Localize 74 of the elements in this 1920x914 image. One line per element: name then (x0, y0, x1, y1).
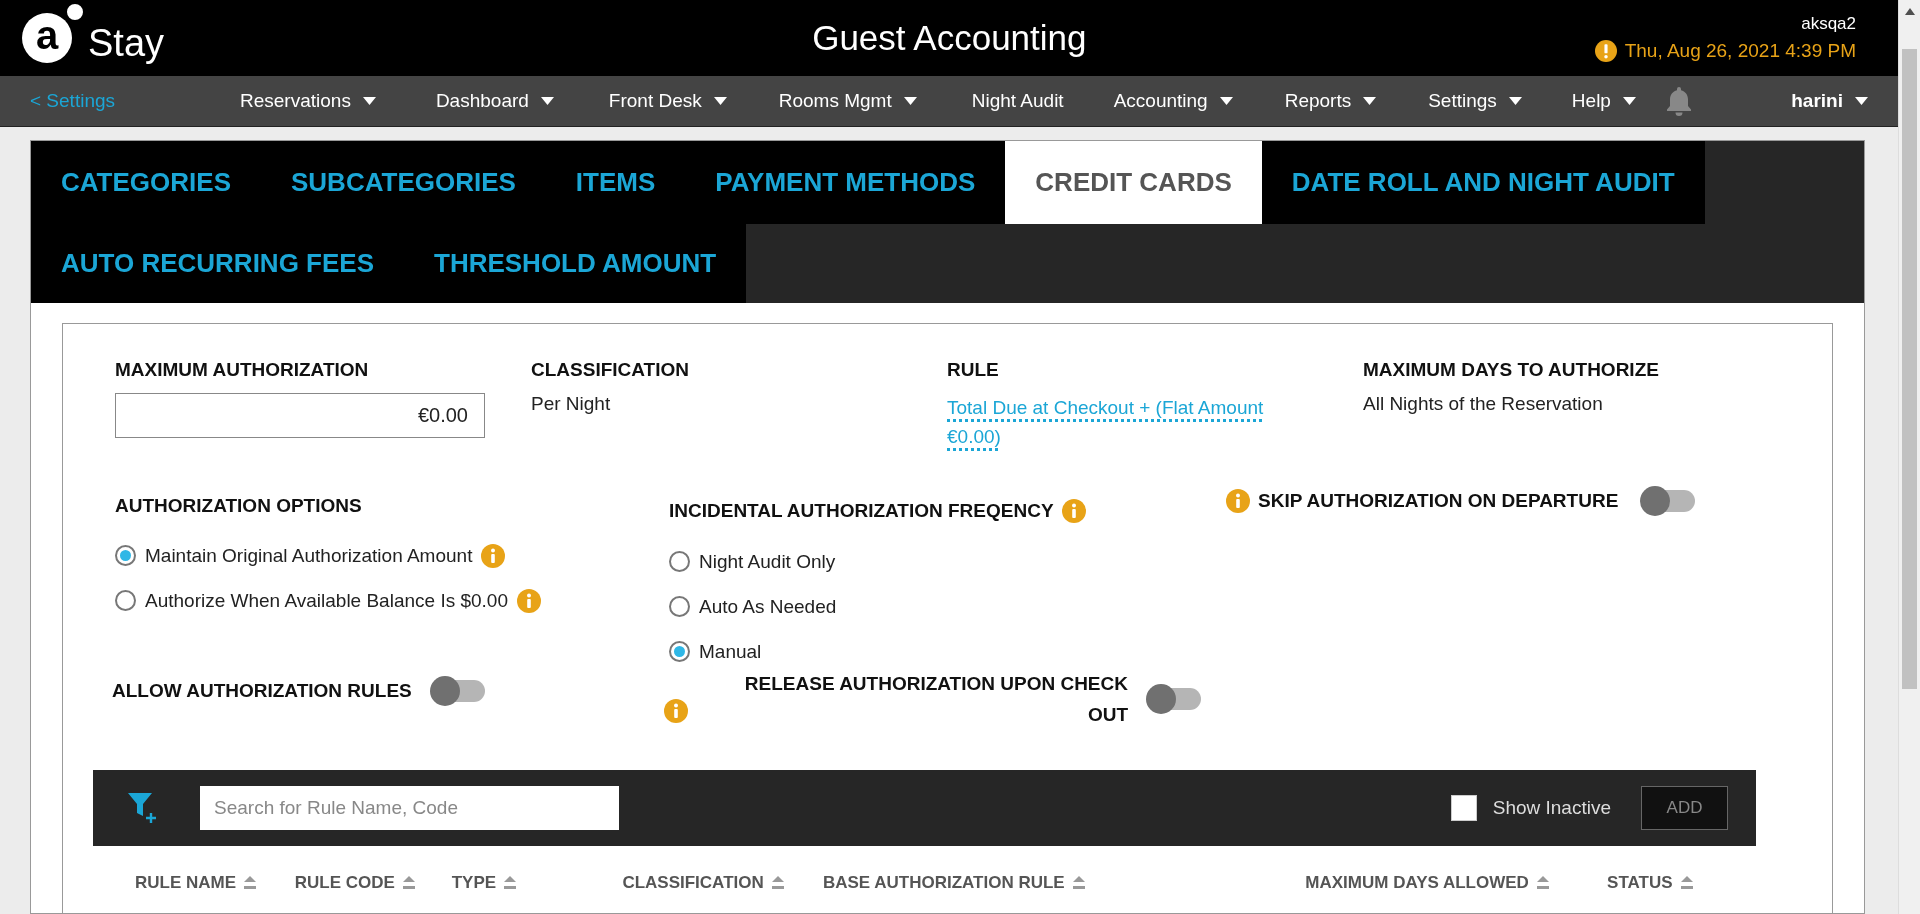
bell-icon[interactable] (1665, 86, 1692, 116)
field-label: MAXIMUM DAYS TO AUTHORIZE (1363, 359, 1660, 381)
info-icon[interactable] (664, 699, 688, 723)
option-label: Maintain Original Authorization Amount (145, 544, 473, 567)
toggle-label: RELEASE AUTHORIZATION UPON CHECK OUT (743, 672, 1128, 727)
nav-menu-item[interactable]: Reservations (240, 90, 376, 112)
option-label: Authorize When Available Balance Is $0.00 (145, 589, 508, 612)
nav-menu-item[interactable]: Accounting (1113, 90, 1233, 112)
page-title: Guest Accounting (811, 18, 1088, 58)
nav-menu-item[interactable]: Front Desk (608, 90, 727, 112)
tab[interactable]: CREDIT CARDS (1005, 141, 1262, 224)
nav-menu-item[interactable]: Help (1571, 90, 1636, 112)
nav-menu-item[interactable]: Reports (1284, 90, 1377, 112)
tab[interactable]: ITEMS (545, 141, 686, 224)
section-label: AUTHORIZATION OPTIONS (115, 495, 362, 517)
toggle-label: ALLOW AUTHORIZATION RULES (112, 680, 412, 702)
radio-button[interactable] (669, 596, 690, 617)
user-menu[interactable]: harini (1791, 90, 1868, 112)
nav-menu-item[interactable]: Settings (1428, 90, 1522, 112)
tab[interactable]: PAYMENT METHODS (685, 141, 1006, 224)
field-label: CLASSIFICATION (531, 359, 690, 381)
field-value: Per Night (531, 393, 612, 415)
column-header[interactable]: CLASSIFICATION (622, 873, 764, 893)
nav-menu-item[interactable]: Night Audit (971, 90, 1064, 112)
radio-button[interactable] (669, 551, 690, 572)
column-header[interactable]: RULE CODE (294, 873, 395, 893)
property-code: aksqa2 (1801, 14, 1856, 34)
nav-menu-item[interactable]: Dashboard (435, 90, 554, 112)
tab[interactable]: CATEGORIES (31, 141, 261, 224)
search-field[interactable]: Search for Rule Name, Code (200, 786, 619, 830)
brand-name: Stay (88, 21, 165, 65)
logo-mark: a (22, 13, 72, 63)
add-button[interactable]: ADD (1641, 786, 1728, 830)
nav-menu-item[interactable]: Rooms Mgmt (778, 90, 917, 112)
toggle-label: SKIP AUTHORIZATION ON DEPARTURE (1258, 490, 1619, 512)
column-header[interactable]: BASE AUTHORIZATION RULE (822, 873, 1065, 893)
tab[interactable]: SUBCATEGORIES (261, 141, 546, 224)
column-header[interactable]: MAXIMUM DAYS ALLOWED (1305, 873, 1529, 893)
sort-icon[interactable] (1680, 876, 1693, 890)
radio-button[interactable] (115, 590, 136, 611)
alert-icon (1594, 40, 1617, 62)
option-label: Night Audit Only (699, 550, 836, 573)
radio-button[interactable] (115, 545, 136, 566)
column-header[interactable]: STATUS (1607, 873, 1673, 893)
sort-icon[interactable] (402, 876, 415, 890)
tab[interactable]: THRESHOLD AMOUNT (404, 224, 747, 303)
option-label: Auto As Needed (699, 595, 837, 618)
sort-icon[interactable] (1536, 876, 1549, 890)
filter-add-icon[interactable] (127, 791, 159, 825)
back-link[interactable]: < Settings (30, 90, 240, 112)
sort-icon[interactable] (504, 876, 517, 890)
amount-input[interactable]: €0.00 (115, 393, 485, 438)
radio-button[interactable] (669, 641, 690, 662)
checkbox-label: Show Inactive (1492, 797, 1611, 819)
info-icon[interactable] (481, 543, 506, 568)
sort-icon[interactable] (771, 876, 784, 890)
tab[interactable]: DATE ROLL AND NIGHT AUDIT (1261, 141, 1705, 224)
scroll-up-icon[interactable] (1904, 8, 1915, 15)
column-header[interactable]: RULE NAME (135, 873, 237, 893)
info-icon[interactable] (1061, 499, 1086, 523)
field-value: All Nights of the Reservation (1363, 393, 1604, 415)
column-header[interactable]: TYPE (451, 873, 497, 893)
sort-icon[interactable] (1072, 876, 1085, 890)
caret-icon (1855, 97, 1868, 105)
sort-icon[interactable] (244, 876, 257, 890)
checkbox[interactable] (1450, 795, 1477, 821)
date-time: Thu, Aug 26, 2021 4:39 PM (1624, 40, 1856, 62)
info-icon[interactable] (1226, 489, 1250, 513)
field-label: RULE (947, 359, 1000, 381)
section-label: INCIDENTAL AUTHORIZATION FREQENCY (669, 500, 1054, 522)
tab[interactable]: AUTO RECURRING FEES (31, 224, 404, 303)
field-label: MAXIMUM AUTHORIZATION (115, 359, 370, 381)
option-label: Manual (699, 640, 762, 663)
info-icon[interactable] (517, 588, 541, 613)
